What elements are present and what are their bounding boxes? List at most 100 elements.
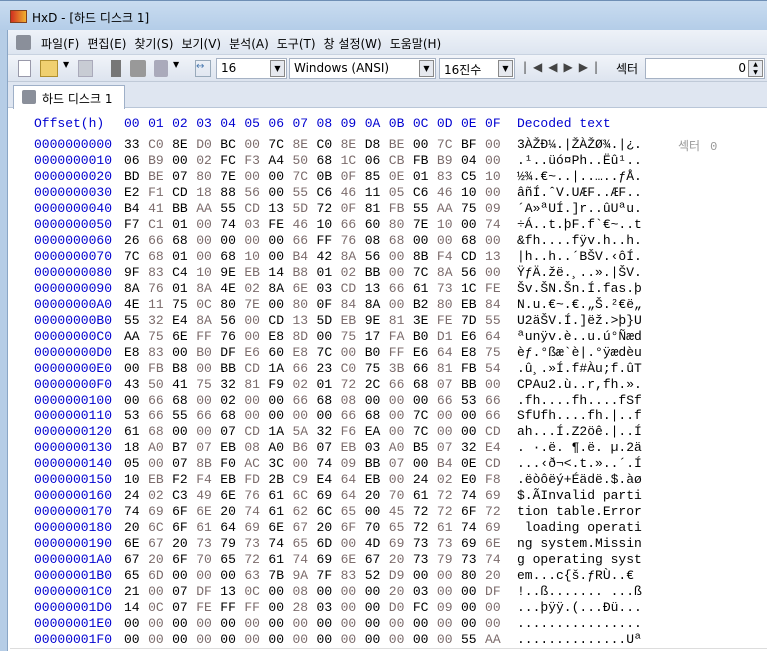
next-sector-icon[interactable]: ▶ xyxy=(564,60,579,74)
chevron-down-icon[interactable]: ▼ xyxy=(419,60,434,77)
hex-byte[interactable]: 76 xyxy=(148,281,168,296)
chevron-down-icon[interactable]: ▼ xyxy=(63,60,71,77)
hex-byte[interactable]: 72 xyxy=(413,504,433,519)
hex-byte[interactable]: A0 xyxy=(148,440,168,455)
hex-byte[interactable]: 00 xyxy=(196,568,216,583)
hex-byte[interactable]: 75 xyxy=(196,377,216,392)
hex-byte[interactable]: 68 xyxy=(317,393,337,408)
hex-byte[interactable]: 83 xyxy=(437,169,457,184)
hex-byte[interactable]: 00 xyxy=(244,408,264,423)
hex-byte[interactable]: 00 xyxy=(413,233,433,248)
decoded-text[interactable]: CPAu2.ù..r,fh.». xyxy=(517,377,642,392)
hex-byte[interactable]: 68 xyxy=(148,424,168,439)
hex-byte[interactable]: 8E xyxy=(341,137,361,152)
hex-byte[interactable]: 6D xyxy=(148,568,168,583)
hex-byte[interactable]: F3 xyxy=(244,153,264,168)
hex-byte[interactable]: 69 xyxy=(485,520,505,535)
decoded-text[interactable]: ÷Á..t.þF.f`€~..t xyxy=(517,217,642,232)
hex-byte[interactable]: 00 xyxy=(196,616,216,631)
hex-byte[interactable]: 08 xyxy=(341,393,361,408)
hex-byte[interactable]: 00 xyxy=(389,249,409,264)
hex-byte[interactable]: D0 xyxy=(389,600,409,615)
hex-byte[interactable]: 61 xyxy=(413,488,433,503)
hex-byte[interactable]: 61 xyxy=(268,552,288,567)
hex-byte[interactable]: 1A xyxy=(268,361,288,376)
hex-byte[interactable]: 61 xyxy=(196,520,216,535)
hex-byte[interactable]: 00 xyxy=(268,632,288,647)
hex-byte[interactable]: 81 xyxy=(365,201,385,216)
hex-byte[interactable]: 00 xyxy=(196,217,216,232)
hex-byte[interactable]: 55 xyxy=(292,185,312,200)
hex-byte[interactable]: 85 xyxy=(365,169,385,184)
hex-byte[interactable]: B8 xyxy=(292,265,312,280)
decoded-text[interactable]: tion table.Error xyxy=(517,504,642,519)
chevron-down-icon[interactable]: ▼ xyxy=(498,60,513,77)
hex-byte[interactable]: 75 xyxy=(485,345,505,360)
hex-byte[interactable]: 83 xyxy=(341,568,361,583)
hex-byte[interactable]: 3E xyxy=(413,313,433,328)
hex-byte[interactable]: 64 xyxy=(485,329,505,344)
hex-byte[interactable]: 80 xyxy=(196,169,216,184)
hex-byte[interactable]: 05 xyxy=(124,456,144,471)
hex-byte[interactable]: 00 xyxy=(341,600,361,615)
hex-byte[interactable]: CD xyxy=(461,249,481,264)
hex-byte[interactable]: 00 xyxy=(485,600,505,615)
prev-sector-icon[interactable]: ◀ xyxy=(548,60,563,74)
hex-byte[interactable]: 00 xyxy=(317,584,337,599)
hex-byte[interactable]: FB xyxy=(461,361,481,376)
hex-byte[interactable]: 66 xyxy=(485,393,505,408)
hex-byte[interactable]: 02 xyxy=(244,281,264,296)
hex-byte[interactable]: FE xyxy=(196,600,216,615)
hex-byte[interactable]: 00 xyxy=(172,616,192,631)
hex-byte[interactable]: 88 xyxy=(220,185,240,200)
hex-byte[interactable]: 24 xyxy=(124,488,144,503)
hex-byte[interactable]: 00 xyxy=(485,137,505,152)
hex-byte[interactable]: 01 xyxy=(172,281,192,296)
hex-byte[interactable]: B6 xyxy=(292,440,312,455)
hex-byte[interactable]: 08 xyxy=(292,584,312,599)
hex-byte[interactable]: FC xyxy=(220,153,240,168)
hex-byte[interactable]: 01 xyxy=(317,377,337,392)
hex-byte[interactable]: 8A xyxy=(341,249,361,264)
decoded-text[interactable]: Šv.ŠN.Šn.Í.fas.þ xyxy=(517,281,642,296)
hex-byte[interactable]: 00 xyxy=(413,393,433,408)
hex-byte[interactable]: C4 xyxy=(172,265,192,280)
hex-byte[interactable]: 01 xyxy=(172,249,192,264)
hex-byte[interactable]: 32 xyxy=(317,424,337,439)
hex-byte[interactable]: 64 xyxy=(220,520,240,535)
hex-byte[interactable]: 20 xyxy=(365,488,385,503)
hex-byte[interactable]: 07 xyxy=(172,600,192,615)
hex-byte[interactable]: 04 xyxy=(461,153,481,168)
hex-byte[interactable]: 00 xyxy=(268,600,288,615)
decoded-text[interactable]: ªunÿv.è..u.ú°Ñæd xyxy=(517,329,642,344)
hex-byte[interactable]: 00 xyxy=(437,568,457,583)
menu-item-7[interactable]: 도움말(H) xyxy=(390,35,442,52)
hex-byte[interactable]: 00 xyxy=(268,169,288,184)
hex-byte[interactable]: 75 xyxy=(341,329,361,344)
decoded-text[interactable]: ...‹ð¬<.t.»..´.Í xyxy=(517,456,642,471)
hex-byte[interactable]: 8D xyxy=(292,329,312,344)
hex-byte[interactable]: BB xyxy=(365,265,385,280)
hex-byte[interactable]: 00 xyxy=(268,393,288,408)
hex-byte[interactable]: 00 xyxy=(437,408,457,423)
hex-byte[interactable]: 00 xyxy=(268,185,288,200)
hex-byte[interactable]: BD xyxy=(124,169,144,184)
hex-byte[interactable]: 53 xyxy=(461,393,481,408)
hex-byte[interactable]: 75 xyxy=(172,297,192,312)
hex-byte[interactable]: 73 xyxy=(413,536,433,551)
hex-byte[interactable]: 2C xyxy=(365,377,385,392)
hex-byte[interactable]: 81 xyxy=(389,313,409,328)
hex-byte[interactable]: 74 xyxy=(461,520,481,535)
hex-byte[interactable]: 20 xyxy=(485,568,505,583)
hex-byte[interactable]: 20 xyxy=(220,504,240,519)
decoded-text[interactable]: ´A»ªUÍ.]r..ûUªu. xyxy=(517,201,642,216)
hex-byte[interactable]: 20 xyxy=(124,520,144,535)
hex-byte[interactable]: 00 xyxy=(148,632,168,647)
hex-byte[interactable]: 62 xyxy=(292,504,312,519)
hex-byte[interactable]: 68 xyxy=(172,393,192,408)
hex-byte[interactable]: 1C xyxy=(461,281,481,296)
hex-byte[interactable]: 00 xyxy=(196,249,216,264)
hex-byte[interactable]: FF xyxy=(220,600,240,615)
hex-byte[interactable]: 00 xyxy=(365,393,385,408)
sector-spinner[interactable]: ▲ ▼ xyxy=(748,60,763,77)
